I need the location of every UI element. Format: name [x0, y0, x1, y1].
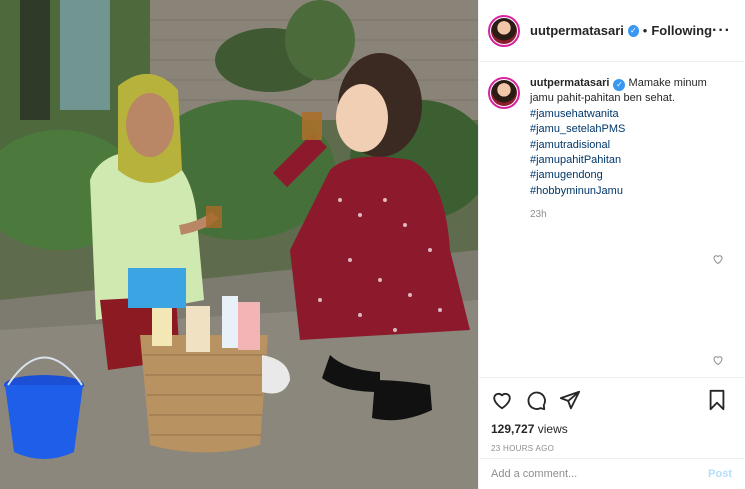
- comment-like-heart-icon[interactable]: [712, 253, 724, 265]
- comments-section: uutpermatasari ✓ Mamake minum jamu pahit-…: [479, 62, 745, 377]
- post-comment-button[interactable]: Post: [708, 468, 732, 480]
- action-bar: [491, 388, 732, 412]
- post-date[interactable]: 23 HOURS AGO: [491, 444, 732, 453]
- post-side-panel: uutpermatasari ✓ • Following ··· uutperm…: [478, 0, 745, 489]
- post-photo[interactable]: [0, 0, 478, 489]
- hashtag-link[interactable]: #jamu_setelahPMS: [530, 122, 730, 137]
- hashtag-link[interactable]: #jamutradisional: [530, 138, 730, 153]
- share-icon[interactable]: [559, 389, 581, 411]
- caption-verified-icon: ✓: [613, 78, 626, 91]
- author-username[interactable]: uutpermatasari: [530, 23, 624, 38]
- views-number: 129,727: [491, 422, 535, 436]
- views-label: views: [537, 422, 568, 436]
- post-header: uutpermatasari ✓ • Following ···: [479, 0, 745, 62]
- hashtag-link[interactable]: #jamusehatwanita: [530, 107, 730, 122]
- hashtag-link[interactable]: #jamupahitPahitan: [530, 153, 730, 168]
- caption-timestamp[interactable]: 23h: [530, 207, 730, 222]
- verified-badge-icon: ✓: [627, 24, 639, 37]
- hashtag-link[interactable]: #hobbyminunJamu: [530, 184, 730, 199]
- instagram-post-window: uutpermatasari ✓ • Following ··· uutperm…: [0, 0, 745, 489]
- caption-body: uutpermatasari ✓ Mamake minum jamu pahit-…: [530, 76, 730, 223]
- add-comment-bar: Post: [479, 458, 745, 489]
- heart-icon[interactable]: [491, 389, 513, 411]
- caption-row: uutpermatasari ✓ Mamake minum jamu pahit-…: [488, 76, 732, 223]
- caption-avatar[interactable]: [488, 77, 520, 109]
- view-count[interactable]: 129,727 views: [491, 422, 732, 436]
- comment-icon[interactable]: [525, 389, 547, 411]
- bookmark-icon[interactable]: [706, 389, 728, 411]
- comment-input[interactable]: [491, 468, 691, 480]
- following-button[interactable]: Following: [651, 23, 712, 38]
- author-avatar[interactable]: [488, 14, 520, 47]
- photo-illustration: [0, 0, 478, 489]
- hashtag-link[interactable]: #jamugendong: [530, 168, 730, 183]
- caption-username[interactable]: uutpermatasari: [530, 77, 609, 89]
- comment-like-heart-icon[interactable]: [712, 354, 724, 366]
- post-actions-section: 129,727 views 23 HOURS AGO: [479, 377, 745, 453]
- header-separator: •: [642, 23, 648, 38]
- more-horizontal-icon[interactable]: ···: [712, 22, 731, 40]
